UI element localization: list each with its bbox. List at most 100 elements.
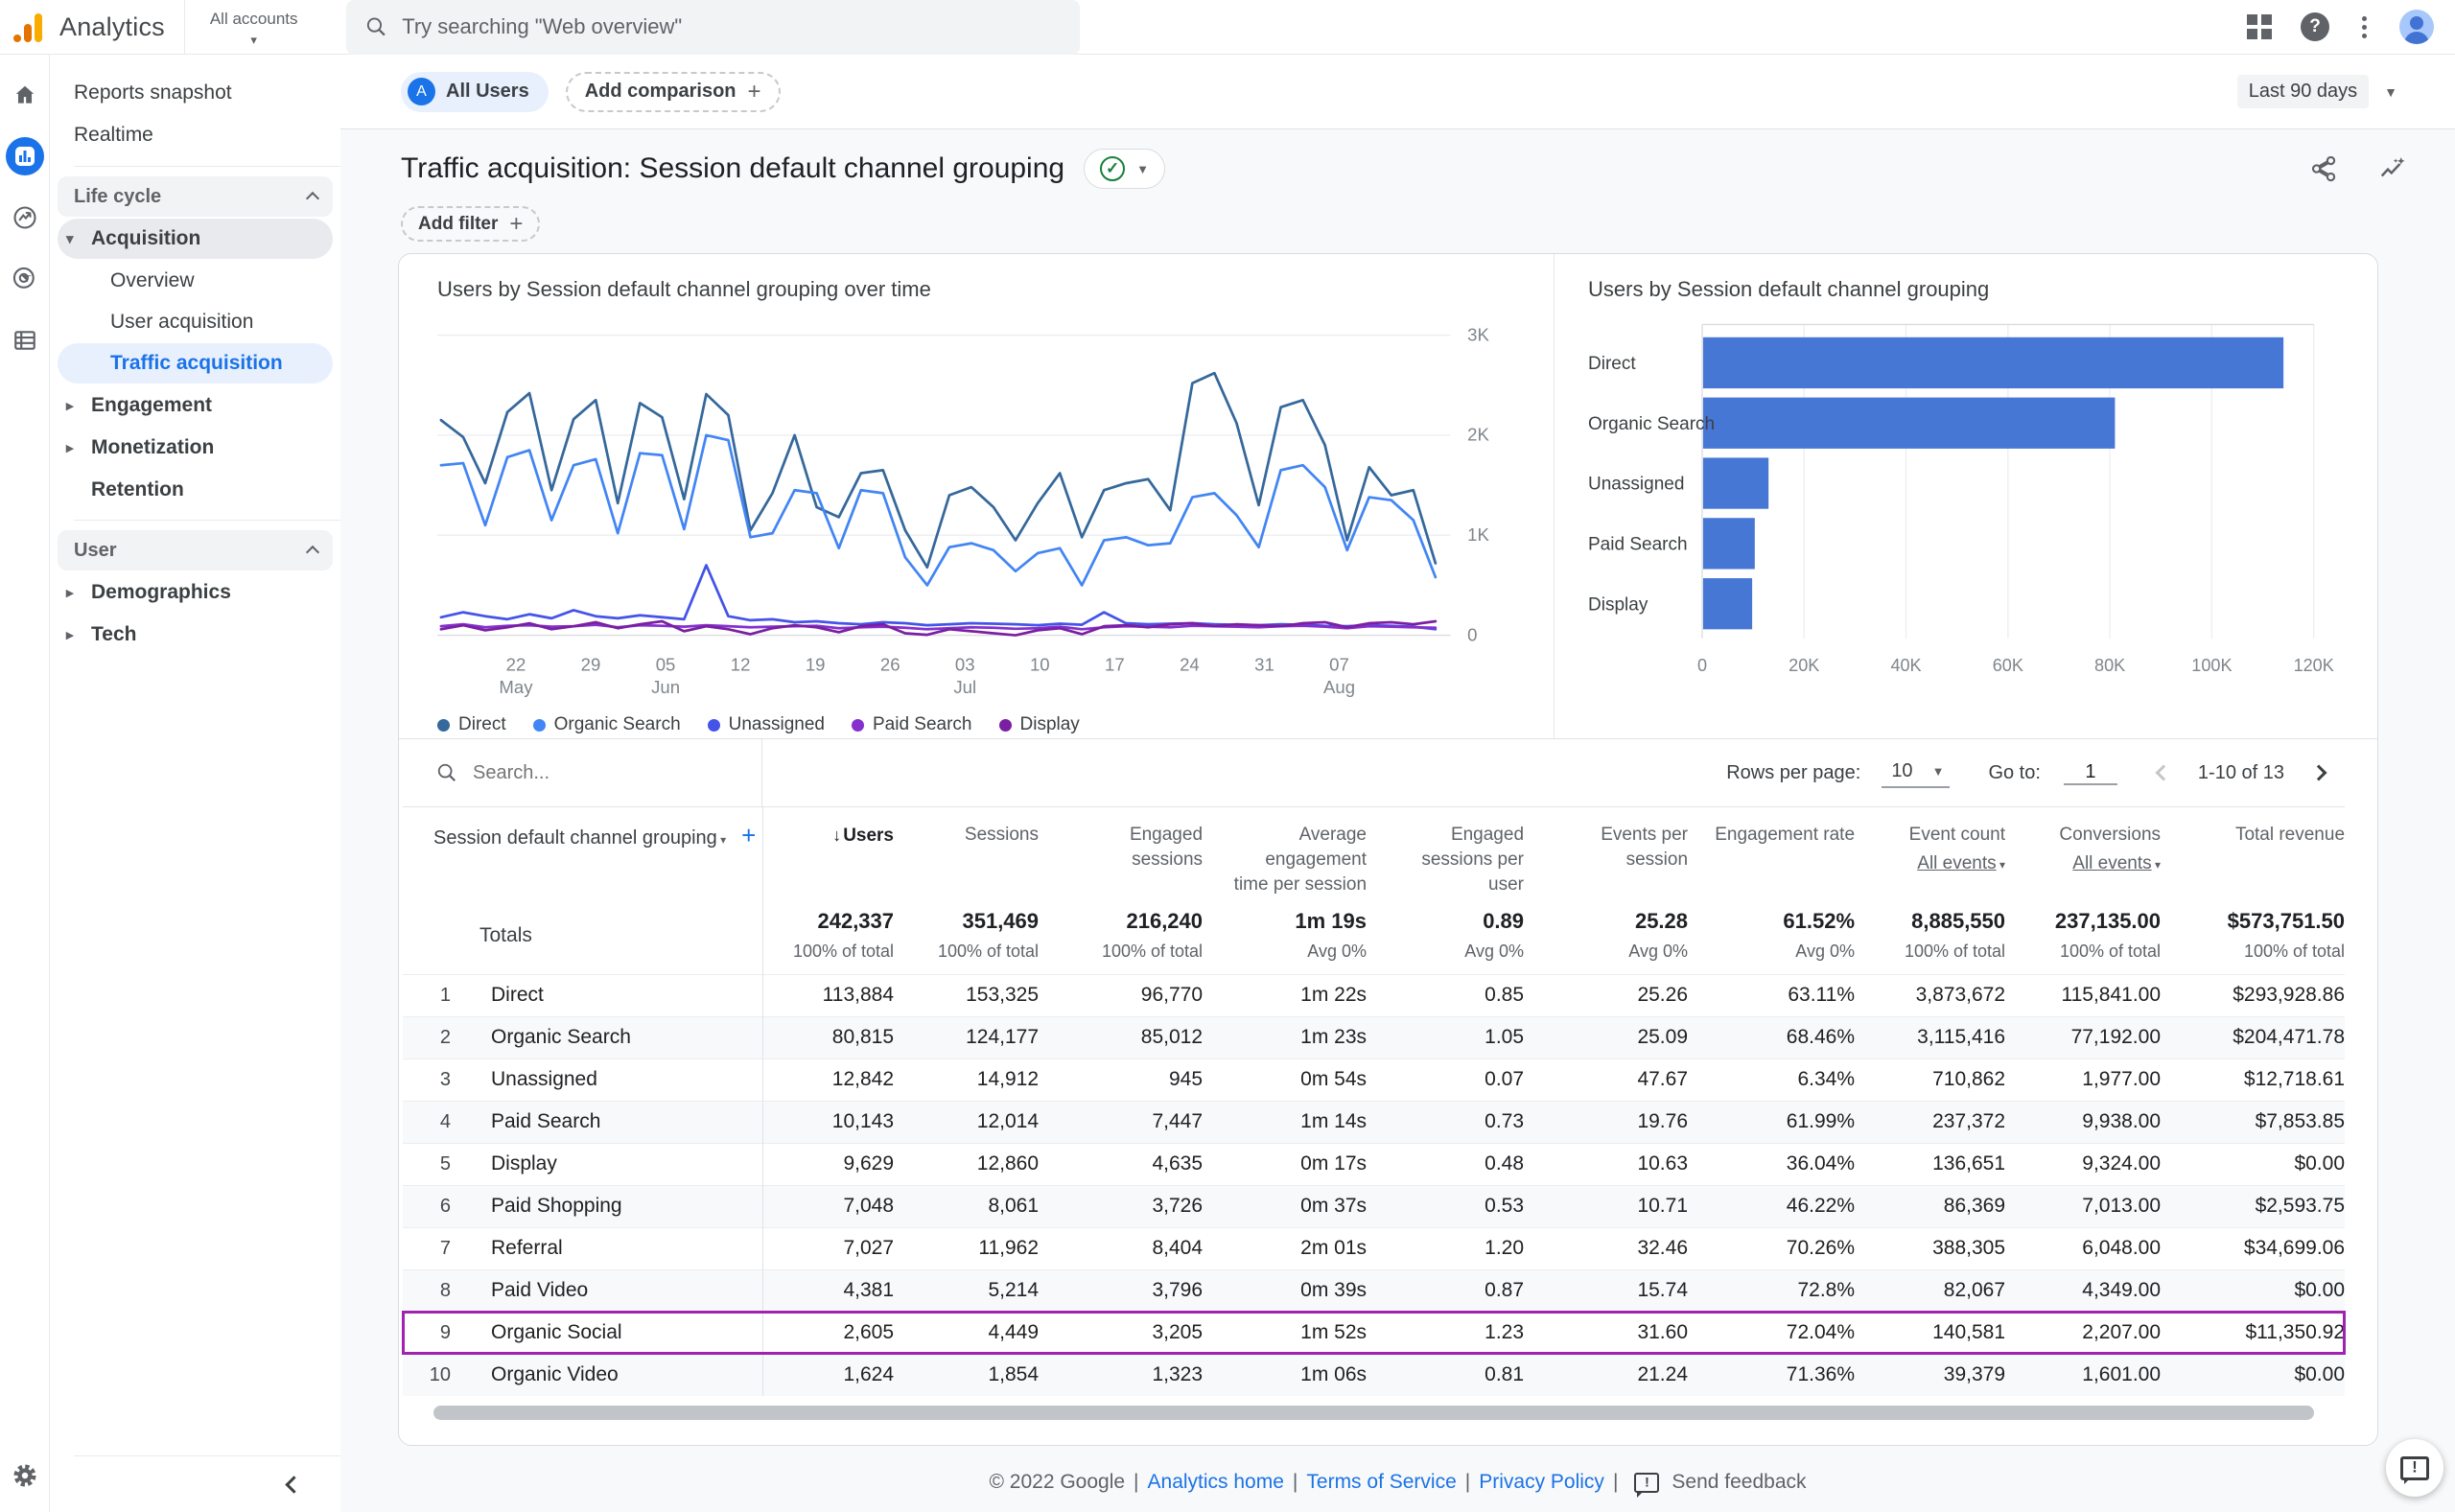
column-header-engagement-rate[interactable]: Engagement rate [1688,807,1855,898]
totals-subvalue: 100% of total [1101,942,1204,962]
account-selector[interactable]: All accounts ▾ [185,4,323,50]
triangle-right-icon: ▸ [66,440,74,456]
sidebar-item-engagement[interactable]: ▸ Engagement [58,385,333,426]
all-users-chip[interactable]: A All Users [401,71,549,112]
floating-feedback-button[interactable] [2386,1439,2443,1497]
date-range-selector[interactable]: Last 90 days ▼ [2236,75,2397,108]
apps-grid-icon[interactable] [2247,14,2272,39]
sidebar-item-monetization[interactable]: ▸ Monetization [58,428,333,468]
global-search-input[interactable] [402,14,1061,39]
nav-section-life-cycle[interactable]: Life cycle [58,176,333,217]
table-search-input[interactable] [473,761,703,784]
help-icon[interactable]: ? [2301,12,2329,41]
table-row-direct[interactable]: 1 Direct 113,884 153,325 96,770 1m 22s 0.85 25.… [403,974,2346,1016]
main-content: A All Users Add comparison + Last 90 day… [340,55,2455,1512]
row-cell: 2,605 [843,1321,895,1343]
column-header-average[interactable]: Average engagement time per session [1203,807,1367,898]
advertising-icon[interactable] [6,260,44,298]
left-rail [0,55,50,1512]
bar-chart-title: Users by Session default channel groupin… [1588,277,1990,301]
table-search[interactable] [399,739,762,806]
insights-icon[interactable] [2378,154,2407,183]
avatar[interactable] [2399,10,2434,44]
more-options-icon[interactable] [2358,12,2371,42]
sidebar-item-realtime[interactable]: Realtime [50,114,340,156]
add-filter-button[interactable]: Add filter + [401,206,541,242]
column-sublabel: All events ▾ [2005,851,2161,877]
sidebar-item-retention[interactable]: Retention [58,470,333,510]
table-row-paid-video[interactable]: 8 Paid Video 4,381 5,214 3,796 0m 39s 0.87 15.7… [403,1269,2346,1312]
row-cell: 1.05 [1485,1026,1525,1048]
send-feedback-label[interactable]: Send feedback [1672,1471,1806,1494]
collapse-nav-button[interactable] [50,1456,340,1512]
sidebar-item-overview[interactable]: Overview [58,261,333,301]
sidebar-item-reports-snapshot[interactable]: Reports snapshot [50,72,340,114]
nav-section-user[interactable]: User [58,530,333,570]
reports-icon[interactable] [5,137,44,175]
link-terms-of-service[interactable]: Terms of Service [1306,1471,1456,1494]
row-number: 1 [439,984,451,1006]
column-header-events-per[interactable]: Events per session [1524,807,1688,898]
link-analytics-home[interactable]: Analytics home [1148,1471,1284,1494]
totals-cell: 0.89 Avg 0% [1367,897,1524,974]
svg-text:07: 07 [1329,655,1349,675]
global-search[interactable] [345,0,1080,55]
next-page-icon[interactable] [2310,764,2327,781]
row-cell: 3,115,416 [1917,1026,2006,1048]
sidebar-item-traffic-acquisition[interactable]: Traffic acquisition [58,343,333,384]
sidebar-item-label: Demographics [91,581,231,603]
row-channel: Display [460,1143,763,1185]
totals-cell: $573,751.50 100% of total [2161,897,2345,974]
table-row-organic-video[interactable]: 10 Organic Video 1,624 1,854 1,323 1m 06s 0.81… [403,1354,2346,1396]
share-icon[interactable] [2309,154,2338,183]
rows-per-page-select[interactable]: 10 ▼ [1882,758,1951,788]
sidebar-item-acquisition[interactable]: ▾ Acquisition [58,219,333,259]
scrollbar-thumb[interactable] [433,1406,2315,1420]
row-cell: 68.46% [1786,1026,1856,1048]
bar-chart: 0 20K 40K 60K 80K 100K 120K Direct Organic Searc… [1588,323,2334,675]
home-icon[interactable] [6,76,44,114]
triangle-right-icon: ▸ [66,398,74,414]
table-row-organic-social[interactable]: 9 Organic Social 2,605 4,449 3,205 1m 52s 1.23… [401,1311,2347,1355]
add-dimension-icon[interactable]: + [741,821,756,849]
table-row-unassigned[interactable]: 3 Unassigned 12,842 14,912 945 0m 54s 0.07 47.6… [403,1058,2346,1101]
sidebar-item-tech[interactable]: ▸ Tech [58,615,333,655]
link-privacy-policy[interactable]: Privacy Policy [1479,1471,1604,1494]
legend-label: Unassigned [728,714,825,734]
column-header-engaged[interactable]: Engaged sessions per user [1367,807,1524,898]
all-events-link[interactable]: All events [1917,853,1996,873]
explore-icon[interactable] [6,198,44,237]
analytics-logo[interactable]: Analytics [0,0,184,54]
horizontal-scrollbar[interactable] [433,1406,2343,1420]
column-header-users[interactable]: ↓ Users [762,807,894,898]
library-icon[interactable] [6,321,44,360]
sidebar-item-demographics[interactable]: ▸ Demographics [58,572,333,613]
chevron-down-icon: ▼ [1931,763,1945,779]
sidebar-item-label: Tech [91,623,137,645]
table-row-referral[interactable]: 7 Referral 7,027 11,962 8,404 2m 01s 1.20 32.46… [403,1227,2346,1269]
row-cell: 85,012 [1140,1026,1204,1048]
column-header-sessions[interactable]: Sessions [894,807,1039,898]
product-name: Analytics [59,12,165,41]
table-row-display[interactable]: 5 Display 9,629 12,860 4,635 0m 17s 0.48 10.63 3… [403,1143,2346,1185]
goto-page-input[interactable] [2063,760,2117,785]
column-header-engaged[interactable]: Engaged sessions [1039,807,1203,898]
table-row-paid-shopping[interactable]: 6 Paid Shopping 7,048 8,061 3,726 0m 37s 0.53 1… [403,1185,2346,1227]
column-header-dimension[interactable]: Session default channel grouping ▾ + [403,806,763,897]
previous-page-icon[interactable] [2155,764,2172,781]
settings-gear-icon[interactable] [6,1456,44,1495]
row-channel: Organic Video [460,1354,763,1396]
svg-text:Organic Search: Organic Search [1588,414,1715,434]
table-row-organic-search[interactable]: 2 Organic Search 80,815 124,177 85,012 1m 23s… [403,1016,2346,1058]
column-header-total-revenue[interactable]: Total revenue [2161,807,2345,898]
column-header-conversions[interactable]: Conversions All events ▾ [2005,807,2161,898]
date-range-label: Last 90 days [2236,75,2370,108]
row-cell: 12,842 [831,1068,895,1090]
all-events-link[interactable]: All events [2072,853,2151,873]
add-comparison-button[interactable]: Add comparison + [565,71,781,112]
column-header-event-count[interactable]: Event count All events ▾ [1855,807,2005,898]
sidebar-item-user-acquisition[interactable]: User acquisition [58,302,333,342]
svg-text:60K: 60K [1993,656,2023,675]
report-status-badge[interactable]: ✓ ▼ [1084,149,1165,189]
table-row-paid-search[interactable]: 4 Paid Search 10,143 12,014 7,447 1m 14s 0.73 1… [403,1101,2346,1143]
